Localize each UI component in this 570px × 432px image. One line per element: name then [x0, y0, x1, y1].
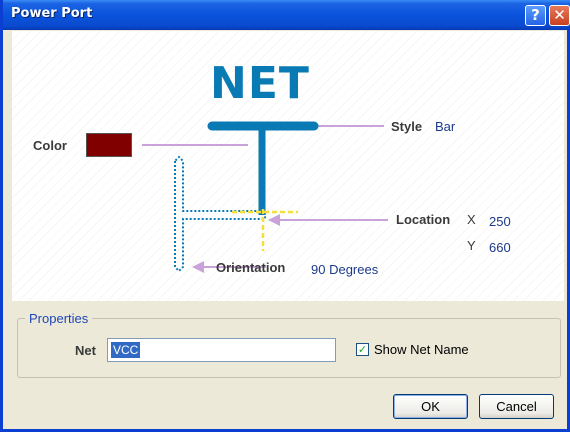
close-icon[interactable]: ✕	[549, 5, 570, 26]
power-port-diagram: NET Style Bar Color Location X 250 Y 660…	[12, 31, 564, 301]
title-bar[interactable]: Power Port ? ✕	[3, 0, 570, 30]
style-label: Style	[391, 119, 423, 134]
net-input-value[interactable]: VCC	[111, 342, 141, 358]
power-port-dialog: Power Port ? ✕ NET Style Bar Color Locat…	[0, 0, 570, 432]
window-title: Power Port	[11, 6, 93, 21]
ok-button[interactable]: OK	[393, 394, 468, 419]
show-net-name-checkbox[interactable]: ✓	[356, 343, 369, 356]
net-input[interactable]	[107, 338, 336, 362]
orientation-pointer-arrow	[192, 261, 204, 273]
cancel-button[interactable]: Cancel	[479, 394, 554, 419]
orientation-value[interactable]: 90 Degrees	[311, 262, 378, 277]
help-icon[interactable]: ?	[525, 5, 546, 26]
color-label: Color	[33, 138, 67, 153]
properties-group-label: Properties	[25, 311, 93, 326]
color-swatch[interactable]	[86, 133, 132, 157]
location-x-value[interactable]: 250	[489, 214, 511, 229]
location-y-value[interactable]: 660	[489, 240, 511, 255]
net-label: Net	[75, 343, 96, 358]
location-label: Location	[396, 212, 451, 227]
style-value[interactable]: Bar	[435, 119, 455, 134]
location-pointer-arrow	[268, 214, 280, 226]
orientation-label: Orientation	[216, 260, 286, 275]
net-text-preview: NET	[210, 58, 310, 109]
checkmark-icon: ✓	[357, 343, 368, 356]
orientation-outline	[174, 155, 266, 273]
bar-end-marker	[310, 122, 318, 130]
location-y-label: Y	[467, 238, 476, 253]
show-net-name-label[interactable]: Show Net Name	[374, 342, 469, 357]
location-x-label: X	[467, 212, 476, 227]
